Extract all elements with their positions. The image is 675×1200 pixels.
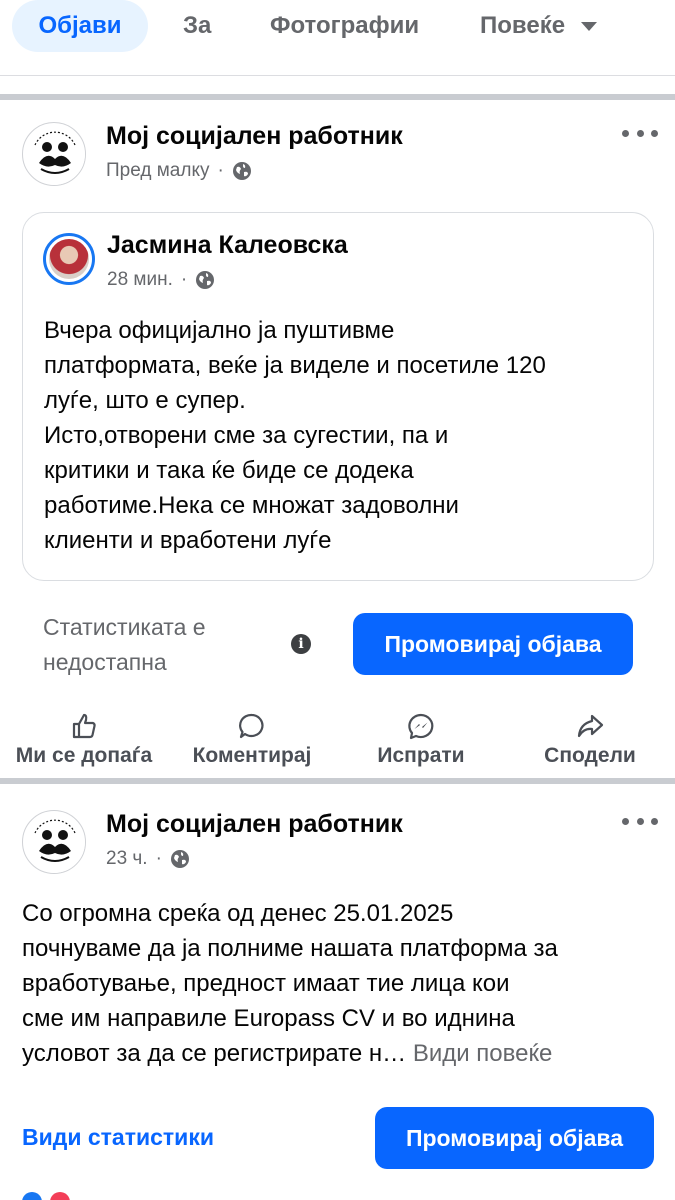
more-options-icon[interactable] (622, 127, 658, 139)
page-name[interactable]: Мој социјален работник (106, 810, 403, 839)
tab-photos[interactable]: Фотографии (270, 0, 419, 52)
post-meta: 23 ч. · (106, 848, 190, 870)
share-label: Сподели (544, 744, 636, 767)
page-avatar[interactable] (22, 810, 86, 874)
comment-label: Коментирај (192, 744, 312, 767)
divider (0, 75, 675, 76)
post-meta: Пред малку · (106, 160, 252, 182)
share-button[interactable]: Сподели (506, 712, 674, 768)
send-button[interactable]: Испрати (337, 712, 505, 768)
post-time[interactable]: Пред малку (106, 160, 209, 182)
more-options-icon[interactable] (622, 815, 658, 827)
globe-icon (170, 850, 189, 868)
like-button[interactable]: Ми се допаѓа (0, 712, 168, 768)
author-avatar[interactable] (43, 233, 95, 285)
tab-posts[interactable]: Објави (12, 0, 148, 52)
like-icon (72, 713, 96, 739)
promote-post-button[interactable]: Промовирај објава (353, 613, 633, 675)
shared-author-name[interactable]: Јасмина Калеовска (107, 231, 348, 260)
caret-down-icon (581, 21, 598, 31)
shared-post-card[interactable]: Јасмина Калеовска 28 мин. · Вчера официја… (22, 212, 654, 581)
profile-tabs: Објави За Фотографии Повеќе (0, 0, 675, 75)
comment-icon (239, 713, 264, 739)
page-name[interactable]: Мој социјален работник (106, 122, 403, 151)
share-icon (577, 714, 604, 738)
messenger-icon (408, 713, 434, 740)
tab-about[interactable]: За (183, 0, 211, 52)
post-actions-bar: Ми се допаѓа Коментирај Испрати Сподели (0, 712, 675, 776)
globe-icon (232, 162, 251, 180)
page-logo-icon (25, 813, 85, 873)
view-insights-link[interactable]: Види статистики (22, 1124, 214, 1151)
section-separator (0, 94, 675, 100)
page-avatar[interactable] (22, 122, 86, 186)
info-icon[interactable]: i (291, 634, 311, 654)
shared-post-meta: 28 мин. · (107, 269, 215, 291)
shared-post-text: Вчера официјално ја пуштивме платформата… (44, 317, 546, 554)
shared-post-time[interactable]: 28 мин. (107, 269, 173, 291)
like-label: Ми се допаѓа (15, 744, 153, 767)
post-time[interactable]: 23 ч. (106, 848, 148, 870)
post-text: Со огромна среќа од денес 25.01.2025 поч… (22, 896, 662, 1071)
send-label: Испрати (377, 744, 465, 767)
reaction-like-icon (22, 1192, 42, 1200)
reaction-love-icon (50, 1192, 70, 1200)
globe-icon (196, 271, 215, 289)
stats-unavailable-text: Статистиката е недостапна (43, 614, 206, 675)
page-logo-icon (25, 125, 85, 185)
promote-post-button[interactable]: Промовирај објава (375, 1107, 654, 1169)
see-more-link[interactable]: Види повеќе (413, 1040, 553, 1067)
tab-more[interactable]: Повеќе (480, 0, 598, 52)
comment-button[interactable]: Коментирај (168, 712, 336, 768)
section-separator (0, 778, 675, 784)
